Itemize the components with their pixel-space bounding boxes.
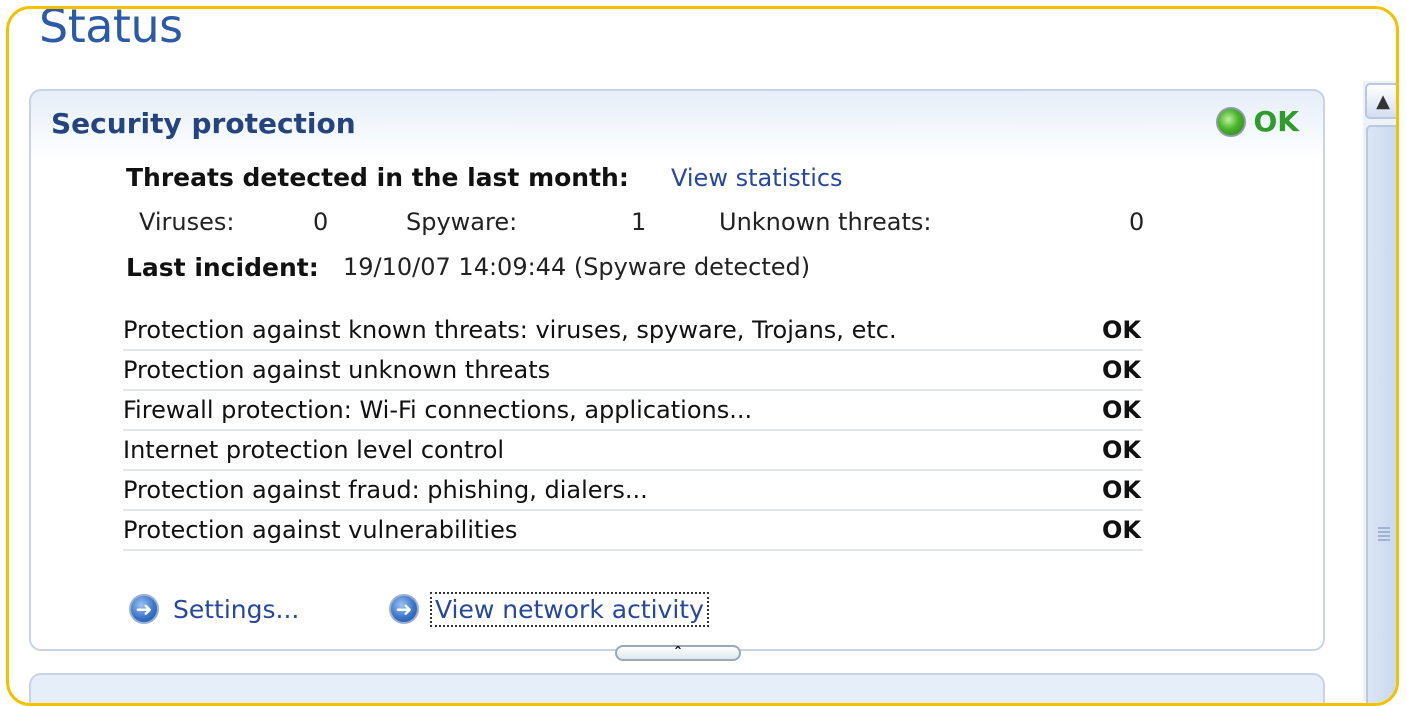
view-network-activity-label: View network activity: [430, 591, 709, 627]
page-title: Status: [39, 6, 183, 53]
overall-status-text: OK: [1253, 105, 1300, 138]
spyware-count: 1: [631, 208, 647, 236]
list-item: Protection against unknown threats OK: [123, 351, 1143, 391]
status-window: Status Security protection OK Threats de…: [6, 6, 1399, 706]
spyware-label: Spyware:: [406, 208, 518, 236]
protection-status: OK: [1102, 356, 1141, 384]
grip-icon: [1378, 527, 1390, 541]
green-circle-icon: [1215, 106, 1246, 137]
arrow-right-circle-icon: ➜: [129, 594, 159, 624]
next-panel: [29, 673, 1325, 703]
overall-status: OK: [1215, 105, 1300, 138]
chevron-up-icon: ˆ: [674, 644, 682, 663]
scroll-up-button[interactable]: ▲: [1365, 83, 1396, 119]
security-protection-panel: Security protection OK Threats detected …: [29, 89, 1325, 662]
protection-status: OK: [1102, 316, 1141, 344]
unknown-threats-count: 0: [1129, 208, 1145, 236]
viruses-count: 0: [313, 208, 329, 236]
collapse-panel-button[interactable]: ˆ: [615, 644, 741, 663]
unknown-threats-label: Unknown threats:: [719, 208, 932, 236]
protection-label: Protection against fraud: phishing, dial…: [123, 476, 648, 504]
protection-status: OK: [1102, 396, 1141, 424]
scroll-thumb[interactable]: [1366, 125, 1396, 703]
settings-link-label: Settings...: [173, 594, 300, 624]
viruses-label: Viruses:: [139, 208, 235, 236]
protection-label: Protection against known threats: viruse…: [123, 316, 897, 344]
list-item: Protection against known threats: viruse…: [123, 311, 1143, 351]
last-incident-label: Last incident:: [126, 253, 319, 282]
view-statistics-link[interactable]: View statistics: [671, 164, 843, 192]
settings-link[interactable]: ➜ Settings...: [129, 594, 299, 624]
protection-label: Firewall protection: Wi-Fi connections, …: [123, 396, 753, 424]
protection-label: Internet protection level control: [123, 436, 505, 464]
list-item: Protection against fraud: phishing, dial…: [123, 471, 1143, 511]
arrow-right-circle-icon: ➜: [389, 594, 419, 624]
vertical-scrollbar[interactable]: ▲: [1363, 81, 1396, 703]
view-network-activity-link[interactable]: ➜ View network activity: [389, 591, 709, 627]
last-incident-value: 19/10/07 14:09:44 (Spyware detected): [343, 253, 811, 281]
protection-label: Protection against vulnerabilities: [123, 516, 518, 544]
protection-list: Protection against known threats: viruse…: [123, 311, 1143, 551]
scroll-up-arrow-icon: ▲: [1376, 90, 1390, 112]
protection-status: OK: [1102, 516, 1141, 544]
protection-status: OK: [1102, 436, 1141, 464]
threats-heading: Threats detected in the last month:: [126, 163, 629, 192]
protection-status: OK: [1102, 476, 1141, 504]
panel-title: Security protection: [51, 107, 356, 140]
list-item: Firewall protection: Wi-Fi connections, …: [123, 391, 1143, 431]
list-item: Internet protection level control OK: [123, 431, 1143, 471]
protection-label: Protection against unknown threats: [123, 356, 551, 384]
list-item: Protection against vulnerabilities OK: [123, 511, 1143, 551]
